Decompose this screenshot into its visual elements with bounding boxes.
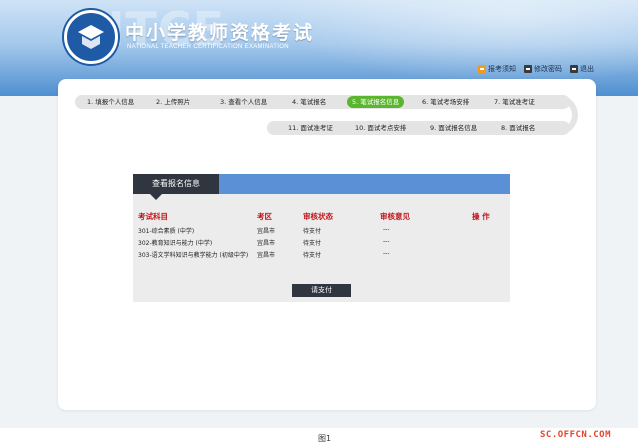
notice-link-label: 报考须知 — [488, 65, 516, 73]
cell-status: 待支付 — [303, 240, 322, 247]
column-header-opinion: 审核意见 — [380, 212, 410, 221]
cell-area: 宜昌市 — [257, 228, 276, 235]
cell-subject: 301-综合素质 (中学) — [138, 228, 195, 235]
logout-label: 退出 — [580, 65, 594, 73]
tab-pointer-icon — [150, 194, 162, 200]
exit-icon — [570, 65, 578, 73]
step-written-registration[interactable]: 4. 笔试报名 — [287, 96, 331, 108]
notice-link[interactable]: 报考须知 — [478, 64, 516, 74]
column-header-subject: 考试科目 — [138, 212, 168, 221]
step-written-exam-room[interactable]: 6. 笔试考场安排 — [417, 96, 474, 108]
change-password-label: 修改密码 — [534, 65, 562, 73]
step-written-admission-ticket[interactable]: 7. 笔试准考证 — [489, 96, 540, 108]
cell-area: 宜昌市 — [257, 240, 276, 247]
cell-opinion: --- — [383, 250, 390, 257]
header-decoration — [250, 0, 638, 90]
notice-icon — [478, 65, 486, 73]
page-frame: NTCE 中小学教师资格考试 NATIONAL TEACHER CERTIFIC… — [0, 0, 638, 428]
step-view-personal-info[interactable]: 3. 查看个人信息 — [215, 96, 272, 108]
column-header-area: 考区 — [257, 212, 272, 221]
ntce-logo-icon — [64, 10, 118, 64]
step-interview-registration-info[interactable]: 9. 面试报名信息 — [425, 122, 482, 134]
figure-caption: 图1 — [318, 434, 332, 443]
cell-area: 宜昌市 — [257, 252, 276, 259]
cell-opinion: --- — [383, 238, 390, 245]
step-interview-admission-ticket[interactable]: 11. 面试准考证 — [283, 122, 338, 134]
column-header-status: 审核状态 — [303, 212, 333, 221]
step-interview-registration[interactable]: 8. 面试报名 — [496, 122, 540, 134]
top-links: 报考须知 修改密码 退出 — [478, 64, 594, 74]
offcn-watermark: SC.OFFCN.COM — [540, 430, 612, 440]
lock-icon — [524, 65, 532, 73]
step-interview-site-arrangement[interactable]: 10. 面试考点安排 — [350, 122, 411, 134]
cell-status: 待支付 — [303, 228, 322, 235]
step-upload-photo[interactable]: 2. 上传照片 — [151, 96, 195, 108]
column-header-action: 操 作 — [472, 212, 490, 221]
cell-subject: 302-教育知识与能力 (中学) — [138, 240, 213, 247]
cell-subject: 303-语文学科知识与教学能力 (初级中学) — [138, 252, 249, 259]
site-title: 中小学教师资格考试 — [125, 22, 315, 44]
step-fill-personal-info[interactable]: 1. 填报个人信息 — [82, 96, 139, 108]
site-subtitle: NATIONAL TEACHER CERTIFICATION EXAMINATI… — [127, 44, 289, 50]
tab-view-registration-info[interactable]: 查看报名信息 — [133, 174, 219, 194]
cell-opinion: --- — [383, 226, 390, 233]
cell-status: 待支付 — [303, 252, 322, 259]
pay-button[interactable]: 请支付 — [292, 284, 351, 297]
change-password-link[interactable]: 修改密码 — [524, 64, 562, 74]
logout-link[interactable]: 退出 — [570, 64, 594, 74]
step-written-registration-info[interactable]: 5. 笔试报名信息 — [347, 96, 405, 108]
